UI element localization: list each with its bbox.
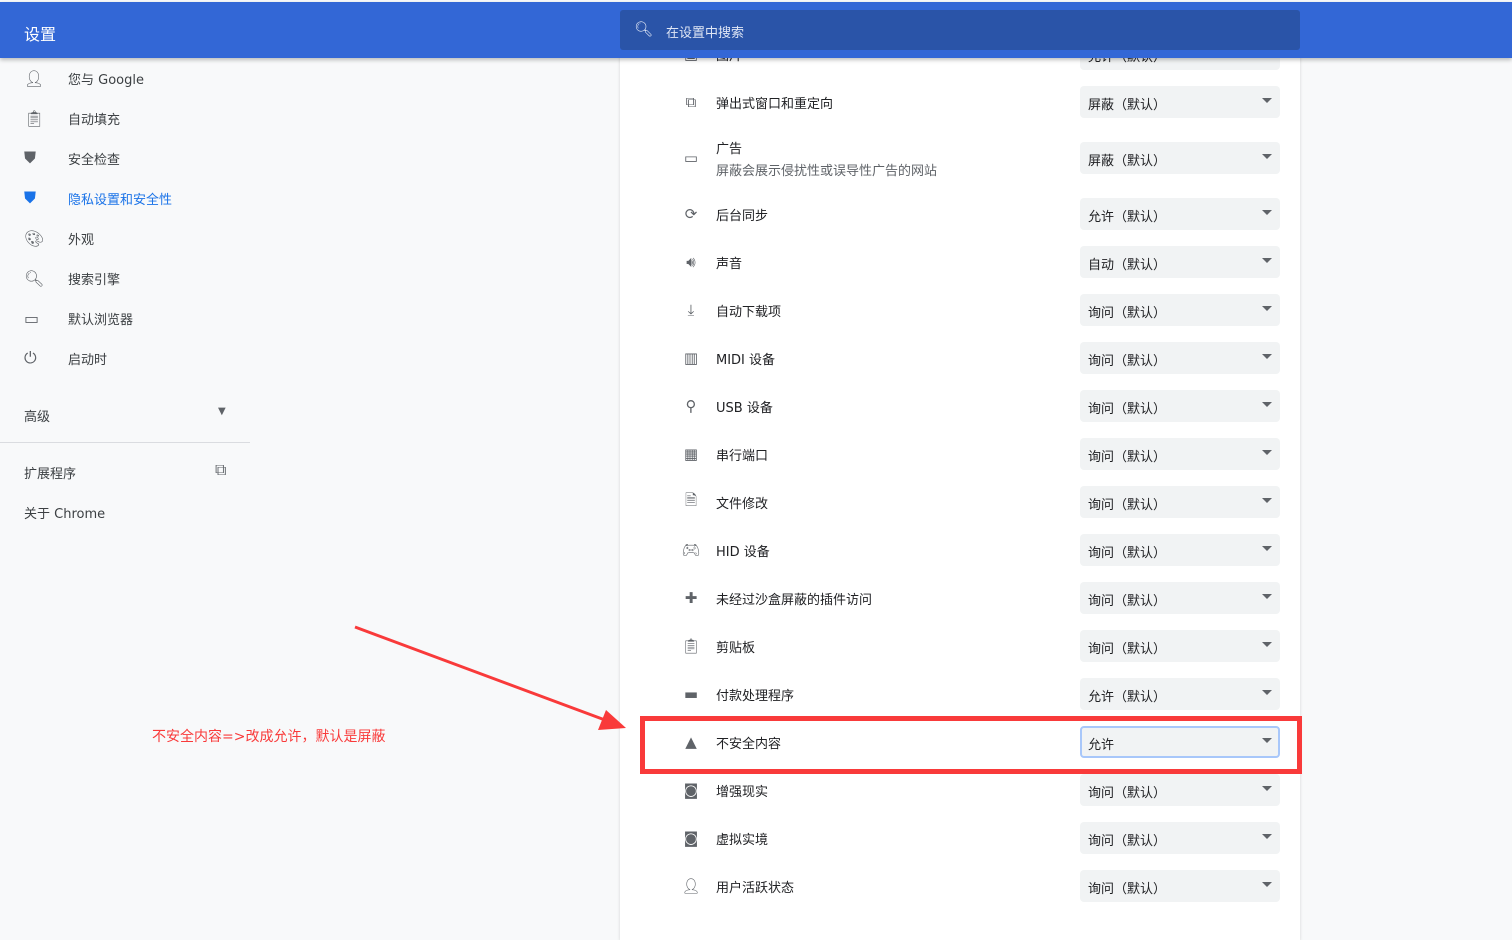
annotation-arrow	[354, 625, 626, 730]
